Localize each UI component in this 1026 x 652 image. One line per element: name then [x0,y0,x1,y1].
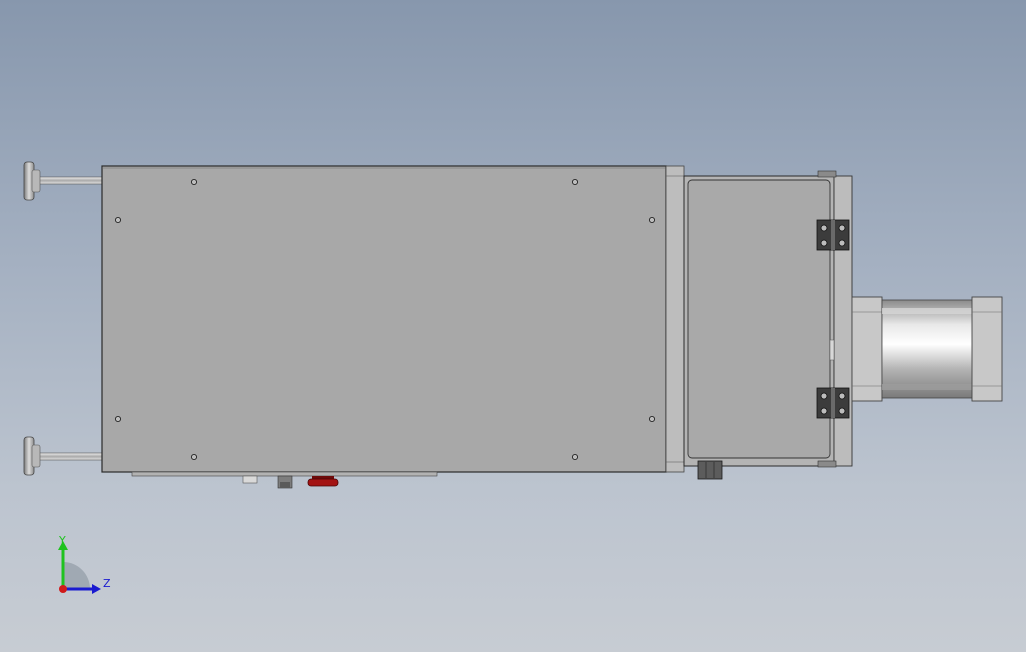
leveling-foot-bottom [23,436,105,476]
hinge-top [816,219,850,251]
leveling-foot-top [23,161,105,201]
access-door[interactable] [683,170,853,468]
z-axis-arrow [92,584,101,594]
z-axis-label: Z [103,577,111,590]
orientation-triad: Y Z [58,534,111,594]
emergency-knob[interactable] [307,476,339,487]
main-housing[interactable] [101,165,667,477]
cad-viewport[interactable]: Y Z [0,0,1026,652]
y-axis-label: Y [58,534,66,547]
cylinder-assembly[interactable] [851,296,1003,402]
bottom-fittings [242,475,293,489]
cable-connector [697,460,723,480]
hinge-bottom [816,387,850,419]
x-axis-dot [59,585,67,593]
